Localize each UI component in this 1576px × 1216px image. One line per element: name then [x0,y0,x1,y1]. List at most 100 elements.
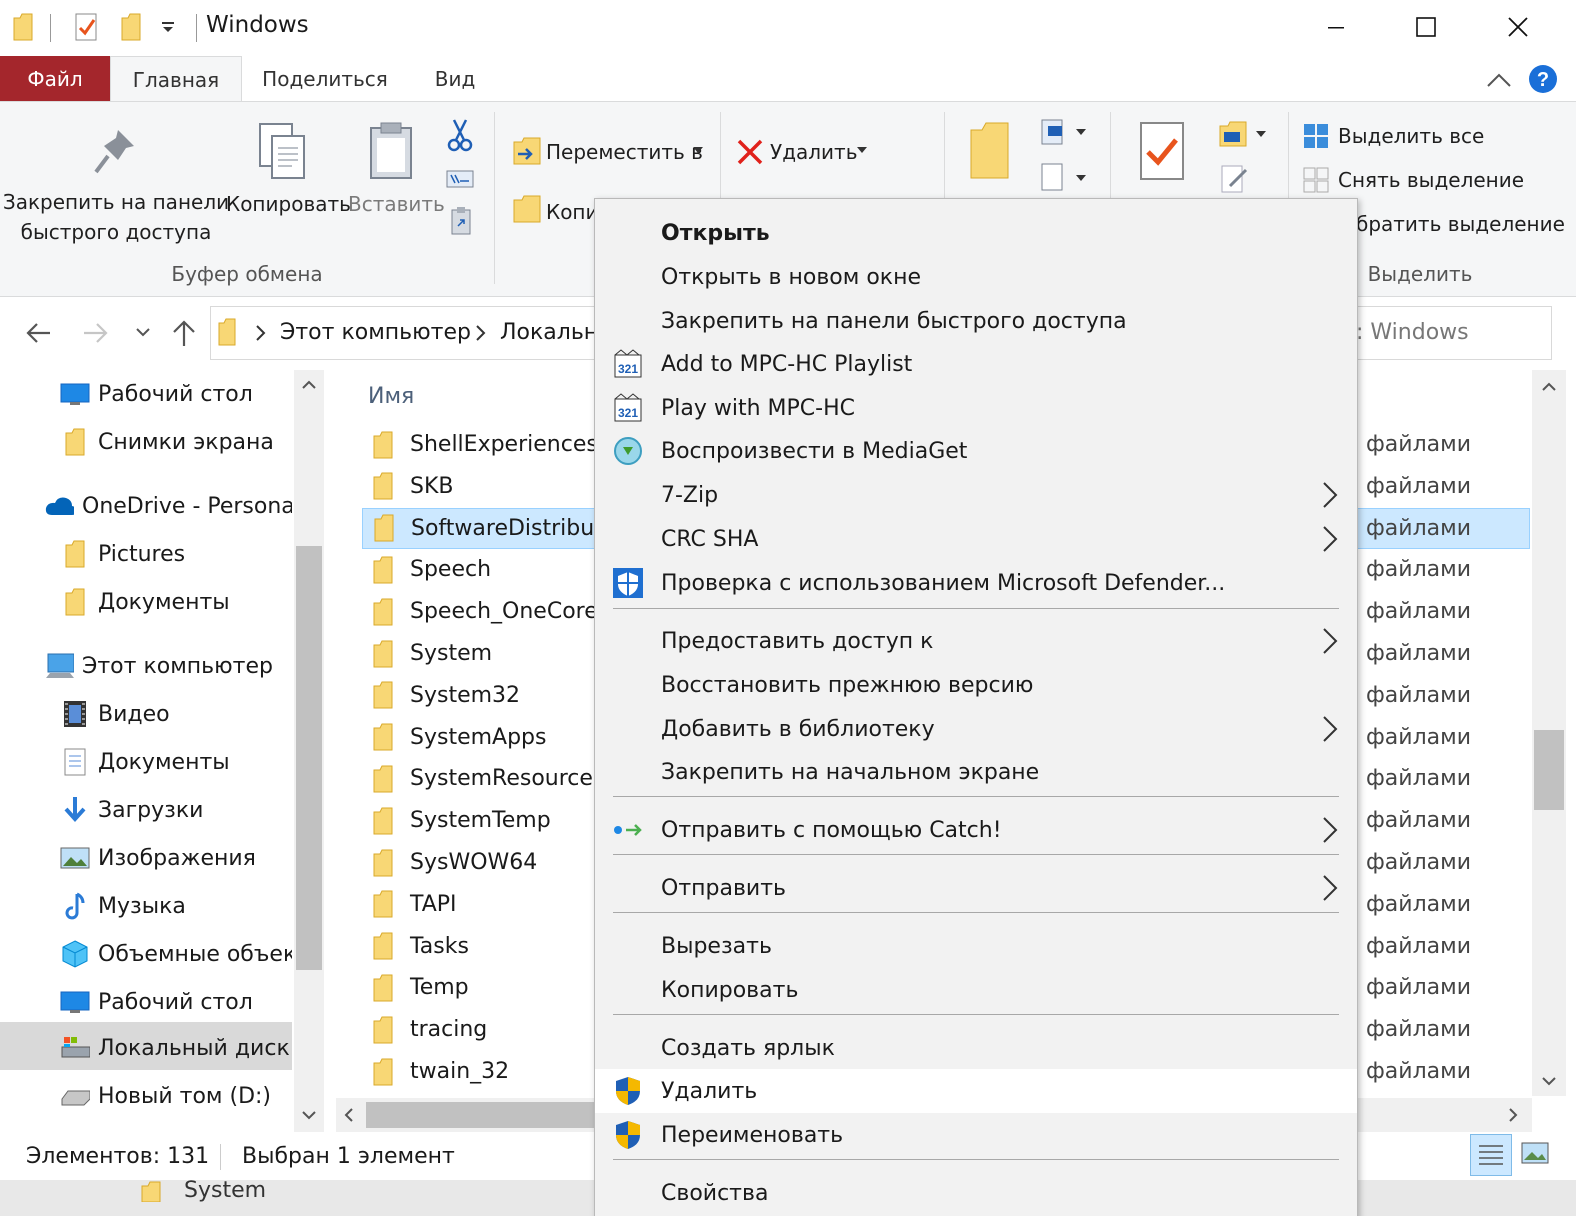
scroll-up-icon[interactable] [300,378,318,392]
open-icon[interactable] [1218,120,1272,150]
file-type: файлами [1366,891,1472,917]
easy-access-icon[interactable] [1040,162,1090,192]
pin-to-quick-access-button[interactable]: Закрепить на панели быстрого доступа [0,190,232,244]
pin-label-line1: Закрепить на панели [2,190,230,214]
recent-locations-icon[interactable] [134,326,152,340]
context-menu-item[interactable]: Переименовать [595,1113,1357,1157]
context-menu-item[interactable]: Вырезать [595,924,1357,968]
new-item-icon[interactable] [1040,118,1090,148]
breadcrumb-local-disk[interactable]: Локальн [500,320,598,345]
context-menu-item[interactable]: Отправить [595,866,1357,910]
folder-icon [372,723,410,751]
context-menu-item[interactable]: Предоставить доступ к [595,619,1357,663]
nav-item[interactable]: Новый том (D:) [0,1072,292,1120]
scroll-down-icon[interactable] [1540,1074,1558,1088]
properties-icon[interactable] [74,12,100,44]
context-menu-item[interactable]: Восстановить прежнюю версию [595,663,1357,707]
folder-icon [60,539,90,569]
context-menu-item[interactable]: Закрепить на панели быстрого доступа [595,299,1357,343]
nav-item[interactable]: Локальный диск ( [0,1024,292,1072]
context-menu-item[interactable]: 321 Add to MPC-HC Playlist [595,342,1357,386]
context-menu-item[interactable]: Открыть в новом окне [595,255,1357,299]
context-menu-item[interactable]: 321 Play with MPC-HC [595,386,1357,430]
nav-item[interactable]: Снимки экрана [0,418,292,466]
context-menu-item[interactable]: Открыть [595,211,1357,255]
context-menu-item[interactable]: Создать ярлык [595,1026,1357,1070]
large-icons-view-button[interactable] [1520,1140,1550,1166]
back-icon[interactable] [24,320,52,346]
tab-file[interactable]: Файл [0,56,110,102]
file-scrollbar-thumb[interactable] [1534,730,1564,810]
nav-item[interactable]: Документы [0,738,292,786]
scroll-down-icon[interactable] [300,1108,318,1122]
defender-icon [611,566,645,600]
context-menu-item[interactable]: Отправить с помощью Catch! [595,808,1357,852]
context-menu-item[interactable]: Свойства [595,1171,1357,1215]
minimize-button[interactable] [1290,0,1382,54]
nav-item[interactable]: OneDrive - Persona [0,482,292,530]
close-button[interactable] [1472,0,1564,54]
context-menu-item-label: Открыть в новом окне [661,264,922,290]
nav-item[interactable]: Объемные объек [0,930,292,978]
tab-view[interactable]: Вид [420,56,490,102]
context-menu: Открыть Открыть в новом окне Закрепить на … [594,198,1358,1216]
nav-item[interactable]: Этот компьютер [0,642,292,690]
scroll-left-icon[interactable] [342,1106,356,1124]
nav-item[interactable]: Загрузки [0,786,292,834]
nav-item[interactable]: Изображения [0,834,292,882]
horizontal-scrollbar-thumb[interactable] [366,1102,598,1128]
submenu-arrow-icon [1321,524,1339,554]
paste-shortcut-icon[interactable] [450,206,472,236]
context-menu-item[interactable]: Воспроизвести в MediaGet [595,429,1357,473]
nav-item-label: Рабочий стол [98,989,253,1015]
breadcrumb-this-pc[interactable]: Этот компьютер [280,320,471,345]
collapse-ribbon-icon[interactable] [1486,70,1512,90]
select-all-button[interactable]: Выделить все [1338,124,1484,148]
context-menu-item[interactable]: CRC SHA [595,517,1357,561]
maximize-button[interactable] [1380,0,1472,54]
copy-to-button[interactable]: Копи [546,200,599,224]
context-menu-item[interactable]: Копировать [595,968,1357,1012]
nav-item[interactable]: Рабочий стол [0,370,292,418]
context-menu-item[interactable]: 7-Zip [595,473,1357,517]
search-box[interactable]: : Windows [1356,320,1469,345]
new-folder-large-icon[interactable] [968,120,1012,182]
file-name: System32 [410,682,521,708]
paste-button[interactable]: Вставить [348,192,445,216]
context-menu-separator [613,854,1339,855]
select-none-button[interactable]: Снять выделение [1338,168,1524,192]
invert-selection-button[interactable]: братить выделение [1356,212,1565,236]
nav-item-label: Документы [98,589,230,615]
context-menu-item[interactable]: Удалить [595,1069,1357,1113]
new-folder-icon[interactable] [120,12,142,42]
move-to-button[interactable]: Переместить в [546,140,703,164]
delete-button[interactable]: Удалить [770,140,858,164]
nav-item[interactable]: Документы [0,578,292,626]
nav-item[interactable]: Музыка [0,882,292,930]
nav-item[interactable]: Видео [0,690,292,738]
scroll-right-icon[interactable] [1506,1106,1520,1124]
nav-item[interactable]: Pictures [0,530,292,578]
help-icon[interactable]: ? [1528,64,1558,94]
tab-share[interactable]: Поделиться [250,56,400,102]
context-menu-item[interactable]: Проверка с использованием Microsoft Defe… [595,561,1357,605]
nav-item[interactable]: Рабочий стол [0,978,292,1026]
forward-icon[interactable] [82,320,110,346]
copy-path-icon[interactable] [446,170,474,188]
qat-customize-icon[interactable] [160,20,176,34]
cut-icon[interactable] [446,118,474,152]
nav-scrollbar-thumb[interactable] [296,546,322,970]
context-menu-item[interactable]: Закрепить на начальном экране [595,750,1357,794]
tab-home[interactable]: Главная [110,56,242,102]
nav-item-label: Музыка [98,893,186,919]
properties-large-icon[interactable] [1138,120,1186,182]
details-view-button[interactable] [1470,1134,1512,1176]
edit-icon[interactable] [1220,164,1250,194]
svg-text:?: ? [1537,69,1549,91]
scroll-up-icon[interactable] [1540,380,1558,394]
file-type: файлами [1366,766,1472,792]
copy-button[interactable]: Копировать [226,192,351,216]
context-menu-item[interactable]: Добавить в библиотеку [595,707,1357,751]
column-header-name[interactable]: Имя [368,384,414,409]
up-icon[interactable] [170,318,198,348]
